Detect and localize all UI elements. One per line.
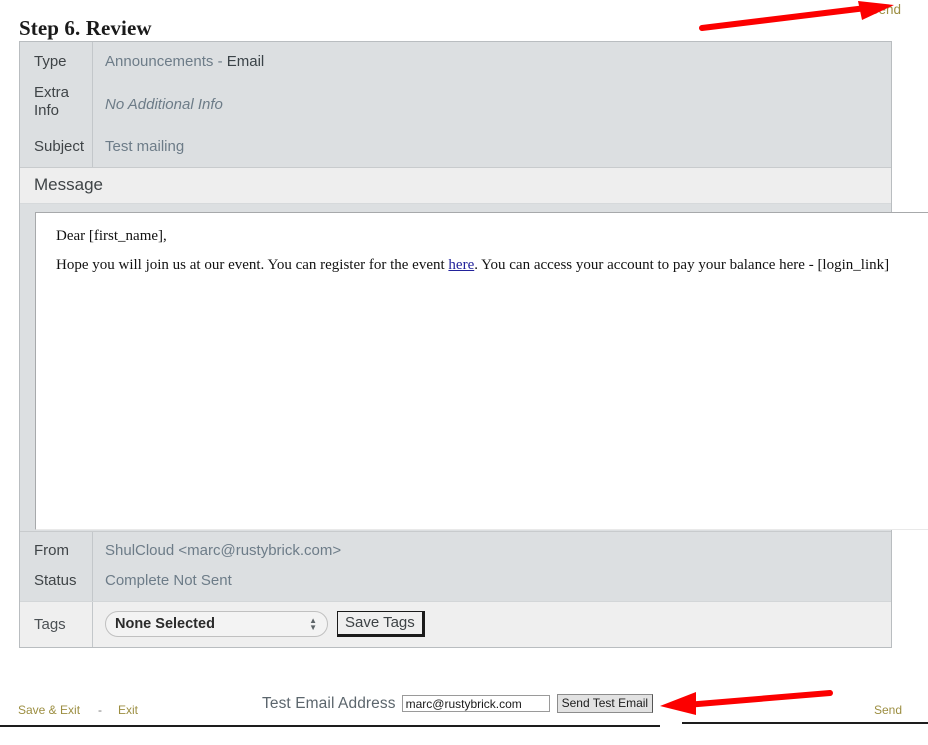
value-type: Announcements - Email [93, 42, 891, 76]
message-section-header: Message [20, 166, 891, 204]
message-zone: Dear [first_name], Hope you will join us… [20, 203, 928, 531]
value-type-separator: - [213, 53, 227, 70]
message-body-part1: Hope you will join us at our event. You … [56, 257, 449, 274]
review-details-panel: Type Announcements - Email Extra Info No… [19, 41, 928, 648]
message-here-link[interactable]: here [448, 257, 474, 273]
message-paragraph: Hope you will join us at our event. You … [56, 256, 909, 274]
message-body-box[interactable]: Dear [first_name], Hope you will join us… [35, 211, 928, 530]
label-extra-info: Extra Info [20, 76, 93, 129]
value-type-secondary: Email [226, 53, 265, 70]
value-extra-info-text: No Additional Info [105, 96, 223, 113]
value-from: ShulCloud <marc@rustybrick.com> [105, 541, 342, 559]
row-tags: Tags None Selected ▲ ▼ Save Tags [20, 600, 891, 647]
row-status: Status Complete Not Sent [20, 565, 891, 601]
meta-rows: From ShulCloud <marc@rustybrick.com> Sta… [20, 530, 891, 647]
value-type-primary: Announcements [105, 53, 214, 70]
review-page: Step 6. Review Send Type Announcements -… [0, 0, 928, 745]
label-from: From [20, 531, 93, 566]
footer-rule-right [682, 722, 928, 724]
test-email-group: Test Email Address Send Test Email [262, 694, 654, 713]
test-email-label: Test Email Address [262, 694, 396, 712]
tags-select-wrapper: None Selected ▲ ▼ [105, 611, 328, 638]
arrow-pointing-to-send-icon [699, 1, 894, 31]
footer-separator: - [98, 703, 102, 717]
save-and-exit-link[interactable]: Save & Exit [18, 703, 80, 717]
message-body-part2: . You can access your account to pay you… [474, 257, 890, 274]
label-tags: Tags [20, 601, 93, 647]
value-extra-info: No Additional Info [93, 76, 891, 121]
value-subject: Test mailing [105, 137, 185, 155]
label-type: Type [20, 42, 93, 76]
page-title: Step 6. Review [19, 16, 152, 41]
label-subject: Subject [20, 128, 93, 167]
send-test-email-button[interactable]: Send Test Email [556, 694, 654, 713]
tags-select[interactable]: None Selected [105, 611, 328, 638]
value-status: Complete Not Sent [105, 571, 232, 589]
label-status: Status [20, 565, 93, 601]
tags-controls: None Selected ▲ ▼ Save Tags [93, 602, 891, 646]
send-link-bottom[interactable]: Send [874, 703, 902, 717]
message-body-text: Dear [first_name], Hope you will join us… [36, 213, 928, 275]
row-type: Type Announcements - Email [20, 42, 891, 76]
footer-rule-left [0, 725, 660, 727]
exit-link[interactable]: Exit [118, 703, 138, 717]
message-greeting: Dear [first_name], [56, 227, 167, 244]
row-from: From ShulCloud <marc@rustybrick.com> [20, 531, 891, 566]
save-tags-button[interactable]: Save Tags [337, 611, 425, 638]
send-link-top[interactable]: Send [869, 2, 901, 17]
row-extra-info: Extra Info No Additional Info [20, 76, 891, 129]
test-email-input[interactable] [401, 695, 550, 712]
row-subject: Subject Test mailing [20, 128, 891, 167]
